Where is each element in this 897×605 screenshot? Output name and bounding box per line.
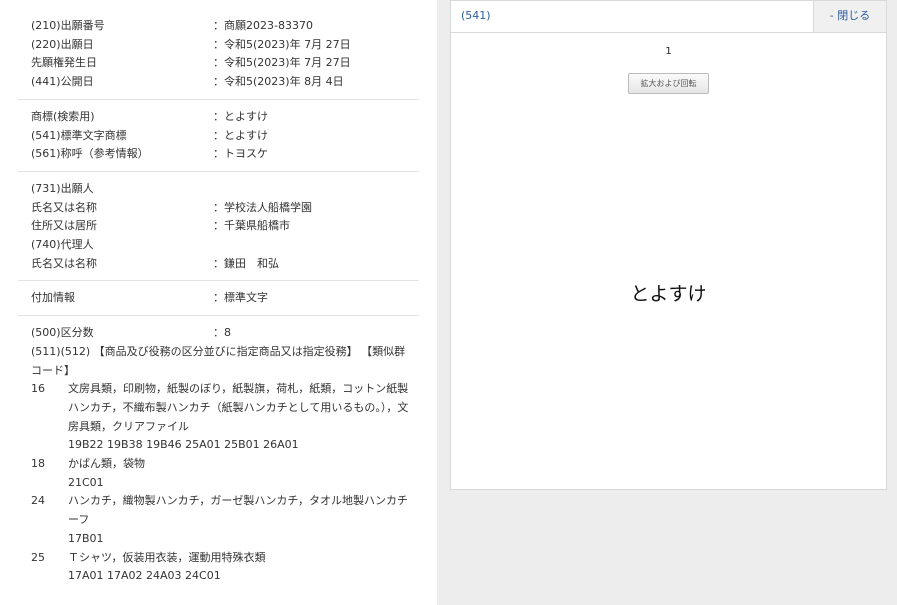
applicant-label: 住所又は居所 xyxy=(31,219,97,233)
trademark-image: とよすけ xyxy=(630,283,707,305)
class-count-label: (500)区分数 xyxy=(31,326,94,340)
applicant-label: (740)代理人 xyxy=(31,238,94,252)
mark-info-label: (541)標準文字商標 xyxy=(31,128,127,142)
goods-class-text: かばん類，袋物 xyxy=(68,457,145,471)
basic-info-section: (210)出願番号 ：商願2023-83370 (220)出願日 ：令和5(2023)… xyxy=(18,0,419,100)
applicant-row: 氏名又は名称 ：鎌田 和弘 xyxy=(31,255,419,274)
applicant-label: 氏名又は名称 xyxy=(31,200,97,214)
mark-info-value: ：とよすけ xyxy=(213,128,268,142)
basic-info-row: 先願権発生日 ：令和5(2023)年 7月 27日 xyxy=(31,54,419,73)
basic-info-value: ：令和5(2023)年 7月 27日 xyxy=(213,56,351,70)
mark-info-row: (561)称呼（参考情報） ：トヨスケ xyxy=(31,145,419,164)
class-count-row: (500)区分数 ：8 xyxy=(31,324,419,343)
goods-class-number: 16 xyxy=(31,382,45,396)
goods-heading: (511)(512) 【商品及び役務の区分並びに指定商品又は指定役務】 【類似群… xyxy=(31,344,406,377)
applicant-value: ：千葉県船橋市 xyxy=(213,219,290,233)
additional-info-section: 付加情報 ：標準文字 xyxy=(18,281,419,317)
basic-info-label: 先願権発生日 xyxy=(31,56,97,70)
applicant-row: 氏名又は名称 ：学校法人船橋学園 xyxy=(31,199,419,218)
mark-info-section: 商標(検索用) ：とよすけ (541)標準文字商標 ：とよすけ (561)称呼（参考情報… xyxy=(18,100,419,172)
goods-class-number: 18 xyxy=(31,457,45,471)
applicant-row: 住所又は居所 ：千葉県船橋市 xyxy=(31,217,419,236)
mark-info-label: (561)称呼（参考情報） xyxy=(31,147,149,161)
basic-info-row: (441)公開日 ：令和5(2023)年 8月 4日 xyxy=(31,73,419,92)
applicant-row: (731)出願人 xyxy=(31,180,419,199)
goods-list: 16 文房具類，印刷物，紙製のぼり，紙製旗，荷札，紙類，コットン紙製ハンカチ，不織… xyxy=(31,380,419,586)
mark-info-value: ：とよすけ xyxy=(213,109,268,123)
applicant-label: (731)出願人 xyxy=(31,181,94,195)
applicant-value xyxy=(213,180,419,199)
viewer-header: (541) - 閉じる xyxy=(451,1,886,33)
detail-panel: (210)出願番号 ：商願2023-83370 (220)出願日 ：令和5(2023)… xyxy=(0,0,437,605)
basic-info-label: (220)出願日 xyxy=(31,37,94,51)
goods-class-row: 16 文房具類，印刷物，紙製のぼり，紙製旗，荷札，紙類，コットン紙製ハンカチ，不織… xyxy=(31,380,419,436)
viewer-code: (541) xyxy=(461,9,491,22)
page-number: 1 xyxy=(665,46,672,57)
class-count-value: ：8 xyxy=(213,326,231,340)
goods-class-row: 24 ハンカチ，織物製ハンカチ，ガーゼ製ハンカチ，タオル地製ハンカチーフ xyxy=(31,492,419,529)
similar-group-codes: 17A01 17A02 24A03 24C01 xyxy=(68,569,221,583)
goods-class-row: 18 かばん類，袋物 xyxy=(31,455,419,474)
goods-class-number: 24 xyxy=(31,494,45,508)
mark-info-row: (541)標準文字商標 ：とよすけ xyxy=(31,127,419,146)
goods-class-text: Ｔシャツ，仮装用衣装，運動用特殊衣類 xyxy=(68,550,266,564)
basic-info-value: ：令和5(2023)年 8月 4日 xyxy=(213,75,344,89)
goods-class-row: 25 Ｔシャツ，仮装用衣装，運動用特殊衣類 xyxy=(31,549,419,568)
mark-info-label: 商標(検索用) xyxy=(31,109,95,123)
mark-info-row: 商標(検索用) ：とよすけ xyxy=(31,108,419,127)
applicant-value xyxy=(213,236,419,255)
applicant-value: ：鎌田 和弘 xyxy=(213,256,279,270)
applicant-section: (731)出願人 氏名又は名称 ：学校法人船橋学園住所又は居所 ：千葉県船橋市 (740… xyxy=(18,172,419,282)
additional-info-value: ：標準文字 xyxy=(213,291,268,305)
applicant-label: 氏名又は名称 xyxy=(31,256,97,270)
additional-info-label: 付加情報 xyxy=(31,291,75,305)
similar-group-codes: 17B01 xyxy=(68,531,104,545)
mark-viewer-panel: (541) - 閉じる 1 拡大および回転 とよすけ xyxy=(450,0,887,490)
applicant-row: (740)代理人 xyxy=(31,236,419,255)
goods-class-number: 25 xyxy=(31,550,45,564)
basic-info-label: (441)公開日 xyxy=(31,75,94,89)
basic-info-row: (220)出願日 ：令和5(2023)年 7月 27日 xyxy=(31,36,419,55)
goods-class-text: ハンカチ，織物製ハンカチ，ガーゼ製ハンカチ，タオル地製ハンカチーフ xyxy=(68,494,409,527)
goods-class-text: 文房具類，印刷物，紙製のぼり，紙製旗，荷札，紙類，コットン紙製ハンカチ，不織布製… xyxy=(68,382,409,433)
additional-info-row: 付加情報 ：標準文字 xyxy=(31,289,419,308)
mark-info-value: ：トヨスケ xyxy=(213,147,268,161)
basic-info-value: ：商願2023-83370 xyxy=(213,19,313,32)
applicant-value: ：学校法人船橋学園 xyxy=(213,200,312,214)
zoom-rotate-button[interactable]: 拡大および回転 xyxy=(628,73,709,94)
close-button[interactable]: - 閉じる xyxy=(813,1,886,32)
basic-info-row: (210)出願番号 ：商願2023-83370 xyxy=(31,17,419,36)
classes-section: (500)区分数 ：8 (511)(512) 【商品及び役務の区分並びに指定商品… xyxy=(18,316,419,593)
basic-info-label: (210)出願番号 xyxy=(31,19,105,32)
similar-group-codes: 19B22 19B38 19B46 25A01 25B01 26A01 xyxy=(68,438,299,452)
basic-info-value: ：令和5(2023)年 7月 27日 xyxy=(213,37,351,51)
similar-group-codes: 21C01 xyxy=(68,475,104,489)
